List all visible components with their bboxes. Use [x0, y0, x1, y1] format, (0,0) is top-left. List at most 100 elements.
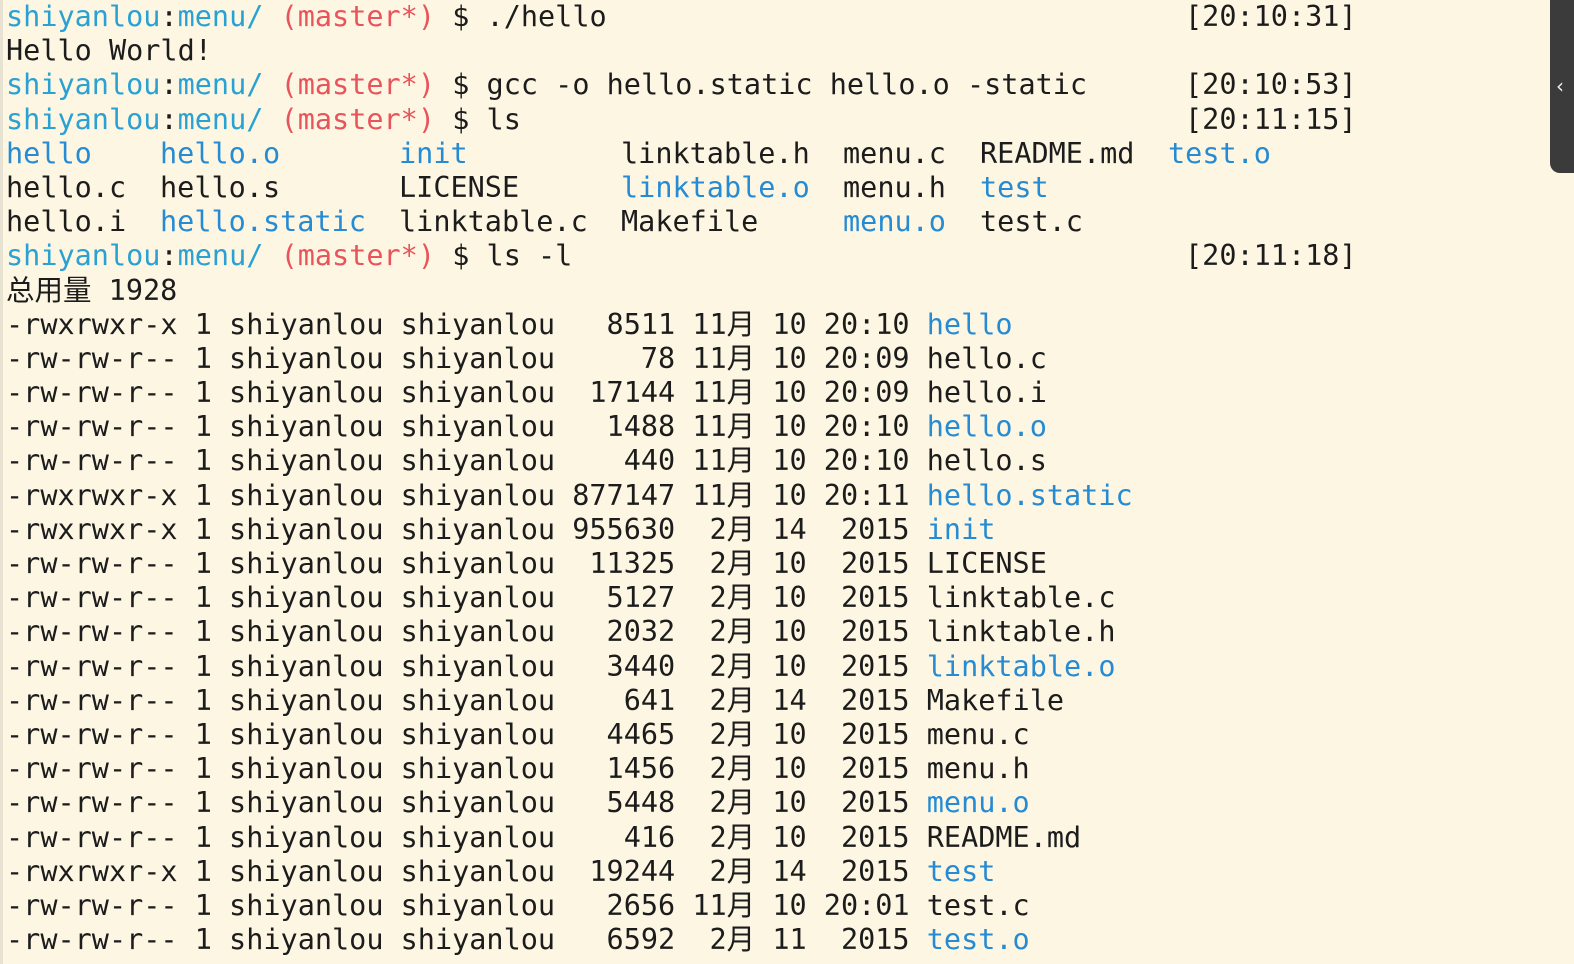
ls-long-row: -rw-rw-r-- 1 shiyanlou shiyanlou 78 11月 … [6, 342, 1366, 376]
file-metadata: -rw-rw-r-- 1 shiyanlou shiyanlou 1456 2月… [6, 752, 927, 786]
ls-grid-row: hello hello.o init linktable.h menu.c README.… [6, 137, 1366, 171]
prompt-git-branch: (master*) [280, 0, 436, 33]
file-metadata: -rw-rw-r-- 1 shiyanlou shiyanlou 2032 2月… [6, 615, 927, 649]
file-name: init [926, 512, 996, 546]
ls-long-row: -rwxrwxr-x 1 shiyanlou shiyanlou 8511 11… [6, 308, 1366, 342]
prompt-user: shiyanlou [6, 0, 161, 33]
prompt-line: shiyanlou:menu/ (master*) $ ./hello [20:1… [6, 0, 1366, 34]
file-metadata: -rwxrwxr-x 1 shiyanlou shiyanlou 19244 2… [6, 854, 927, 888]
prompt-line: shiyanlou:menu/ (master*) $ ls -l [20:11:… [6, 239, 1366, 273]
ls-grid-entry: hello [6, 136, 92, 170]
ls-grid-entry: menu.o [843, 205, 946, 239]
ls-long-row: -rw-rw-r-- 1 shiyanlou shiyanlou 2032 2月… [6, 615, 1366, 649]
ls-grid-entry: hello.o [160, 136, 281, 170]
terminal-output[interactable]: shiyanlou:menu/ (master*) $ ./hello [20:1… [6, 0, 1366, 957]
ls-long-row: -rwxrwxr-x 1 shiyanlou shiyanlou 19244 2… [6, 855, 1366, 889]
ls-long-row: -rw-rw-r-- 1 shiyanlou shiyanlou 17144 1… [6, 376, 1366, 410]
file-name: LICENSE [926, 547, 1047, 580]
ls-grid-entry: test.c [980, 205, 1083, 239]
file-name: Makefile [926, 683, 1065, 717]
ls-long-row: -rw-rw-r-- 1 shiyanlou shiyanlou 4465 2月… [6, 718, 1366, 752]
prompt-git-branch: (master*) [280, 68, 436, 102]
file-name: menu.h [926, 752, 1030, 786]
file-metadata: -rw-rw-r-- 1 shiyanlou shiyanlou 641 2月 … [6, 683, 927, 717]
prompt-dir: menu/ [177, 0, 264, 33]
prompt-timestamp: [20:10:31] [1185, 0, 1357, 33]
file-metadata: -rw-rw-r-- 1 shiyanlou shiyanlou 5448 2月… [6, 786, 927, 820]
ls-grid-entry: LICENSE [399, 170, 520, 204]
prompt-dir: menu/ [177, 239, 264, 273]
prompt-timestamp: [20:11:18] [1185, 239, 1357, 273]
ls-grid-entry: menu.c [843, 136, 946, 170]
ls-grid-entry: hello.static [160, 205, 366, 239]
prompt-dollar: $ [452, 239, 470, 273]
file-metadata: -rw-rw-r-- 1 shiyanlou shiyanlou 5127 2月… [6, 581, 927, 615]
ls-long-row: -rw-rw-r-- 1 shiyanlou shiyanlou 1488 11… [6, 410, 1366, 444]
file-metadata: -rw-rw-r-- 1 shiyanlou shiyanlou 11325 2… [6, 547, 927, 580]
ls-long-row: -rw-rw-r-- 1 shiyanlou shiyanlou 416 2月 … [6, 821, 1366, 855]
prompt-line: shiyanlou:menu/ (master*) $ gcc -o hello… [6, 68, 1366, 102]
prompt-command: ./hello [486, 0, 607, 33]
ls-long-row: -rw-rw-r-- 1 shiyanlou shiyanlou 5127 2月… [6, 581, 1366, 615]
prompt-git-branch: (master*) [280, 239, 436, 273]
ls-grid-entry: hello.i [6, 205, 127, 239]
ls-long-row: -rw-rw-r-- 1 shiyanlou shiyanlou 2656 11… [6, 889, 1366, 923]
file-metadata: -rw-rw-r-- 1 shiyanlou shiyanlou 17144 1… [6, 376, 927, 410]
chevron-left-icon: ‹ [1556, 74, 1564, 98]
prompt-dollar: $ [452, 102, 470, 136]
ls-grid-entry: linktable.c [399, 205, 588, 239]
file-metadata: -rw-rw-r-- 1 shiyanlou shiyanlou 416 2月 … [6, 820, 927, 854]
ls-grid-entry: hello.c [6, 170, 127, 204]
prompt-timestamp: [20:10:53] [1185, 68, 1357, 102]
window-edge [0, 0, 3, 964]
prompt-separator: : [160, 102, 178, 136]
program-output: Hello World! [6, 34, 1366, 68]
prompt-timestamp: [20:11:15] [1185, 102, 1357, 136]
file-name: hello.s [926, 444, 1047, 478]
prompt-command: ls [486, 102, 521, 136]
side-panel-toggle[interactable]: ‹ [1550, 0, 1574, 173]
ls-grid-entry: linktable.o [621, 170, 810, 204]
prompt-line: shiyanlou:menu/ (master*) $ ls [20:11:15] [6, 103, 1366, 137]
prompt-user: shiyanlou [6, 102, 161, 136]
ls-grid-row: hello.c hello.s LICENSE linktable.o menu.h te… [6, 171, 1366, 205]
file-name: hello.i [926, 376, 1047, 410]
file-name: linktable.h [926, 615, 1116, 649]
prompt-separator: : [160, 239, 178, 273]
ls-long-row: -rw-rw-r-- 1 shiyanlou shiyanlou 6592 2月… [6, 923, 1366, 957]
prompt-dir: menu/ [177, 68, 264, 102]
ls-long-row: -rw-rw-r-- 1 shiyanlou shiyanlou 440 11月… [6, 444, 1366, 478]
ls-grid-entry: menu.h [843, 170, 946, 204]
prompt-dollar: $ [452, 68, 470, 102]
prompt-command: gcc -o hello.static hello.o -static [486, 68, 1088, 102]
prompt-separator: : [160, 0, 178, 33]
ls-grid-entry: linktable.h [621, 136, 810, 170]
prompt-command: ls -l [486, 239, 573, 273]
file-name: README.md [926, 820, 1082, 854]
file-name: test.c [926, 888, 1030, 922]
file-metadata: -rw-rw-r-- 1 shiyanlou shiyanlou 78 11月 … [6, 341, 927, 375]
ls-long-row: -rw-rw-r-- 1 shiyanlou shiyanlou 3440 2月… [6, 650, 1366, 684]
prompt-git-branch: (master*) [280, 102, 436, 136]
file-metadata: -rwxrwxr-x 1 shiyanlou shiyanlou 877147 … [6, 478, 927, 512]
file-metadata: -rw-rw-r-- 1 shiyanlou shiyanlou 6592 2月… [6, 923, 927, 957]
file-name: hello.static [926, 478, 1133, 512]
file-metadata: -rwxrwxr-x 1 shiyanlou shiyanlou 955630 … [6, 512, 927, 546]
ls-total: 总用量 1928 [6, 274, 1366, 308]
file-name: linktable.o [926, 649, 1116, 683]
ls-long-row: -rw-rw-r-- 1 shiyanlou shiyanlou 1456 2月… [6, 752, 1366, 786]
program-output-text: Hello World! [6, 34, 212, 68]
ls-grid-entry: hello.s [160, 170, 281, 204]
file-name: hello [926, 307, 1013, 341]
file-name: menu.c [926, 717, 1030, 751]
prompt-user: shiyanlou [6, 239, 161, 273]
ls-grid-entry: Makefile [621, 205, 759, 239]
ls-long-row: -rwxrwxr-x 1 shiyanlou shiyanlou 877147 … [6, 479, 1366, 513]
file-name: linktable.c [926, 581, 1116, 615]
ls-total-text: 总用量 1928 [6, 273, 178, 307]
file-name: test.o [926, 923, 1030, 957]
ls-long-row: -rw-rw-r-- 1 shiyanlou shiyanlou 5448 2月… [6, 786, 1366, 820]
file-metadata: -rw-rw-r-- 1 shiyanlou shiyanlou 3440 2月… [6, 649, 927, 683]
file-name: hello.o [926, 410, 1047, 444]
prompt-dollar: $ [452, 0, 470, 33]
